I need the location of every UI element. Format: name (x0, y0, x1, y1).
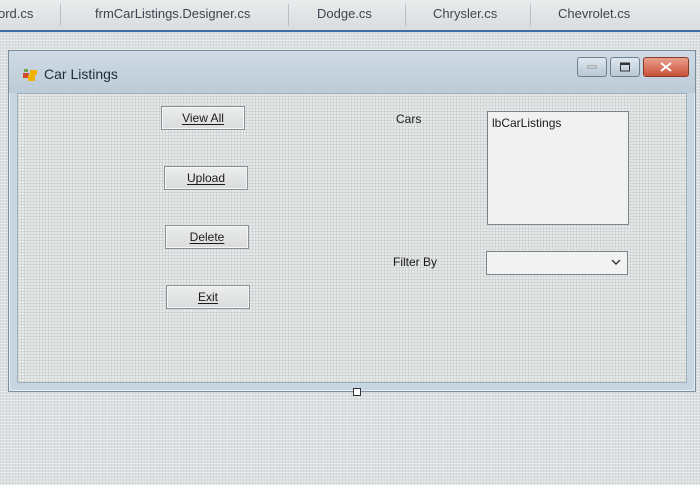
active-tab-rule (0, 30, 700, 32)
cars-label: Cars (396, 112, 422, 126)
tab-separator (288, 4, 289, 26)
delete-button[interactable]: Delete (165, 225, 249, 249)
chevron-down-icon[interactable] (611, 258, 621, 266)
caption-buttons (577, 57, 689, 77)
close-icon (660, 62, 672, 72)
minimize-button[interactable] (577, 57, 607, 77)
tab-separator (405, 4, 406, 26)
form-resize-handle[interactable] (353, 388, 361, 396)
tab-ford-cs[interactable]: ord.cs (0, 6, 33, 21)
document-tab-strip: ord.cs frmCarListings.Designer.cs Dodge.… (0, 0, 700, 34)
form-title-bar[interactable]: Car Listings (9, 51, 695, 93)
view-all-button[interactable]: View All (161, 106, 245, 130)
upload-button[interactable]: Upload (164, 166, 248, 190)
car-listings-form[interactable]: Car Listings View All Upload Delete Exit… (8, 50, 696, 392)
maximize-icon (620, 62, 630, 72)
tab-frmcarlistings-designer[interactable]: frmCarListings.Designer.cs (95, 6, 250, 21)
tab-separator (60, 4, 61, 26)
windows-form-icon (23, 68, 37, 81)
form-title: Car Listings (44, 66, 118, 82)
maximize-button[interactable] (610, 57, 640, 77)
tab-chevrolet-cs[interactable]: Chevrolet.cs (558, 6, 630, 21)
filter-by-label: Filter By (393, 255, 438, 269)
close-button[interactable] (643, 57, 689, 77)
tab-chrysler-cs[interactable]: Chrysler.cs (433, 6, 497, 21)
tab-separator (530, 4, 531, 26)
tab-dodge-cs[interactable]: Dodge.cs (317, 6, 372, 21)
listbox-name-text: lbCarListings (492, 116, 562, 130)
car-listings-listbox[interactable]: lbCarListings (487, 111, 629, 225)
filter-by-combobox[interactable] (486, 251, 628, 275)
minimize-icon (587, 65, 597, 69)
exit-button[interactable]: Exit (166, 285, 250, 309)
form-client-area: View All Upload Delete Exit Cars Filter … (17, 93, 687, 383)
